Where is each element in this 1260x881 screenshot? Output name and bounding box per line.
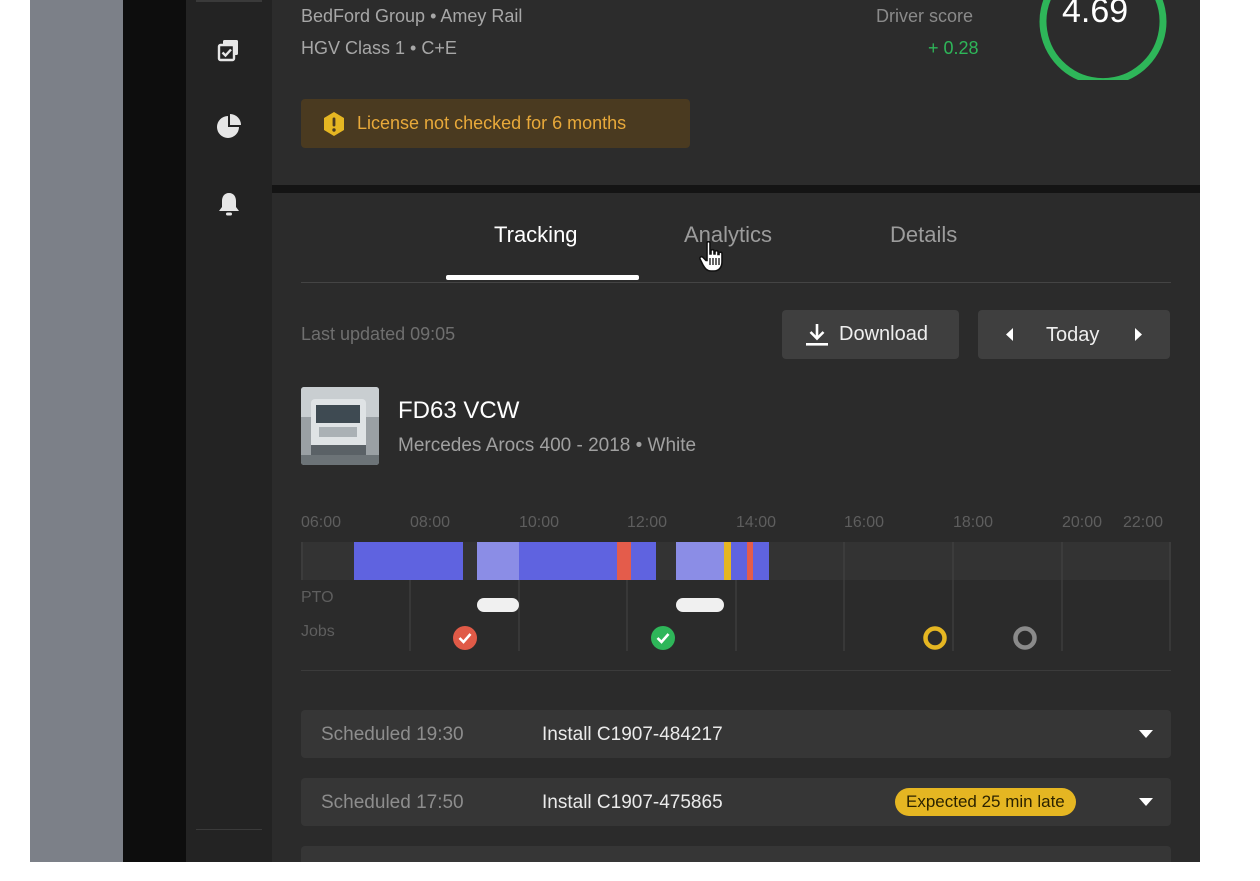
- job-row[interactable]: Scheduled 17:50 Install C1907-475865 Exp…: [301, 778, 1171, 826]
- row-label-jobs: Jobs: [301, 623, 335, 640]
- active-tab-indicator: [446, 275, 639, 280]
- license-warning-banner[interactable]: License not checked for 6 months: [301, 99, 690, 148]
- drive-segment: [753, 542, 769, 580]
- last-updated-text: Last updated 09:05: [301, 324, 456, 344]
- sidebar-divider: [196, 0, 262, 2]
- idle-segment: [676, 542, 724, 580]
- drive-segment: [631, 542, 656, 580]
- company-line: BedFord Group • Amey Rail: [301, 6, 523, 26]
- driver-score-value: 4.69: [1062, 0, 1129, 30]
- warning-icon: [324, 111, 344, 136]
- job-row[interactable]: Scheduled 19:30 Install C1907-484217: [301, 710, 1171, 758]
- download-label: Download: [839, 323, 928, 345]
- tab-tracking[interactable]: Tracking: [494, 222, 578, 248]
- driver-score-label: Driver score: [876, 6, 974, 26]
- hand-cursor-icon: [699, 240, 723, 272]
- idle-segment: [477, 542, 519, 580]
- sidebar: [186, 0, 272, 862]
- license-warning-text: License not checked for 6 months: [357, 113, 627, 133]
- drive-segment: [519, 542, 617, 580]
- app-window: BedFord Group • Amey Rail HGV Class 1 • …: [30, 0, 1200, 862]
- vehicle-description: Mercedes Arocs 400 - 2018 • White: [398, 435, 697, 456]
- timeline-divider: [301, 670, 1171, 671]
- stop-segment: [747, 542, 753, 580]
- tracking-panel: Tracking Analytics Details Last updated …: [272, 193, 1200, 862]
- chevron-left-icon[interactable]: [1006, 328, 1014, 341]
- background-gutter: [30, 0, 123, 862]
- date-picker[interactable]: Today: [978, 310, 1170, 359]
- late-status-badge: Expected 25 min late: [895, 788, 1076, 816]
- job-scheduled-time: Scheduled 19:30: [321, 724, 464, 745]
- timeline-graphic: [301, 542, 1171, 651]
- date-label: Today: [1046, 324, 1100, 346]
- job-marker-scheduled: [1013, 626, 1037, 650]
- drive-segment: [731, 542, 747, 580]
- activity-timeline: 06:00 08:00 10:00 12:00 14:00 16:00 18:0…: [301, 511, 1171, 651]
- tab-bar: Tracking Analytics Details: [301, 193, 1171, 283]
- download-icon: [806, 323, 828, 346]
- chevron-down-icon[interactable]: [1139, 730, 1153, 739]
- row-label-pto: PTO: [301, 589, 334, 606]
- driver-score-delta: + 0.28: [928, 38, 979, 58]
- chevron-down-icon[interactable]: [1139, 798, 1153, 807]
- bell-icon[interactable]: [215, 190, 243, 218]
- drive-segment: [354, 542, 463, 580]
- section-divider: [272, 185, 1200, 193]
- left-panel-edge: [123, 0, 186, 862]
- warning-segment: [724, 542, 731, 580]
- pie-chart-icon[interactable]: [215, 112, 243, 140]
- vehicle-registration: FD63 VCW: [398, 397, 520, 424]
- pto-bar: [676, 598, 724, 612]
- job-name: Install C1907-475865: [542, 792, 723, 813]
- license-line: HGV Class 1 • C+E: [301, 38, 457, 58]
- job-marker-completed-late: [453, 626, 477, 650]
- sidebar-divider: [196, 829, 262, 830]
- download-button[interactable]: Download: [782, 310, 959, 359]
- stop-segment: [617, 542, 631, 580]
- driver-profile: BedFord Group • Amey Rail HGV Class 1 • …: [272, 0, 1200, 185]
- pto-bar: [477, 598, 519, 612]
- job-name: Install C1907-484217: [542, 724, 723, 745]
- job-row[interactable]: [301, 846, 1171, 862]
- copy-check-icon[interactable]: [215, 36, 243, 64]
- job-scheduled-time: Scheduled 17:50: [321, 792, 464, 813]
- vehicle-thumbnail: [301, 387, 379, 465]
- tab-details[interactable]: Details: [890, 222, 957, 248]
- chevron-right-icon[interactable]: [1134, 328, 1142, 341]
- job-marker-completed: [651, 626, 675, 650]
- job-marker-pending: [923, 626, 947, 650]
